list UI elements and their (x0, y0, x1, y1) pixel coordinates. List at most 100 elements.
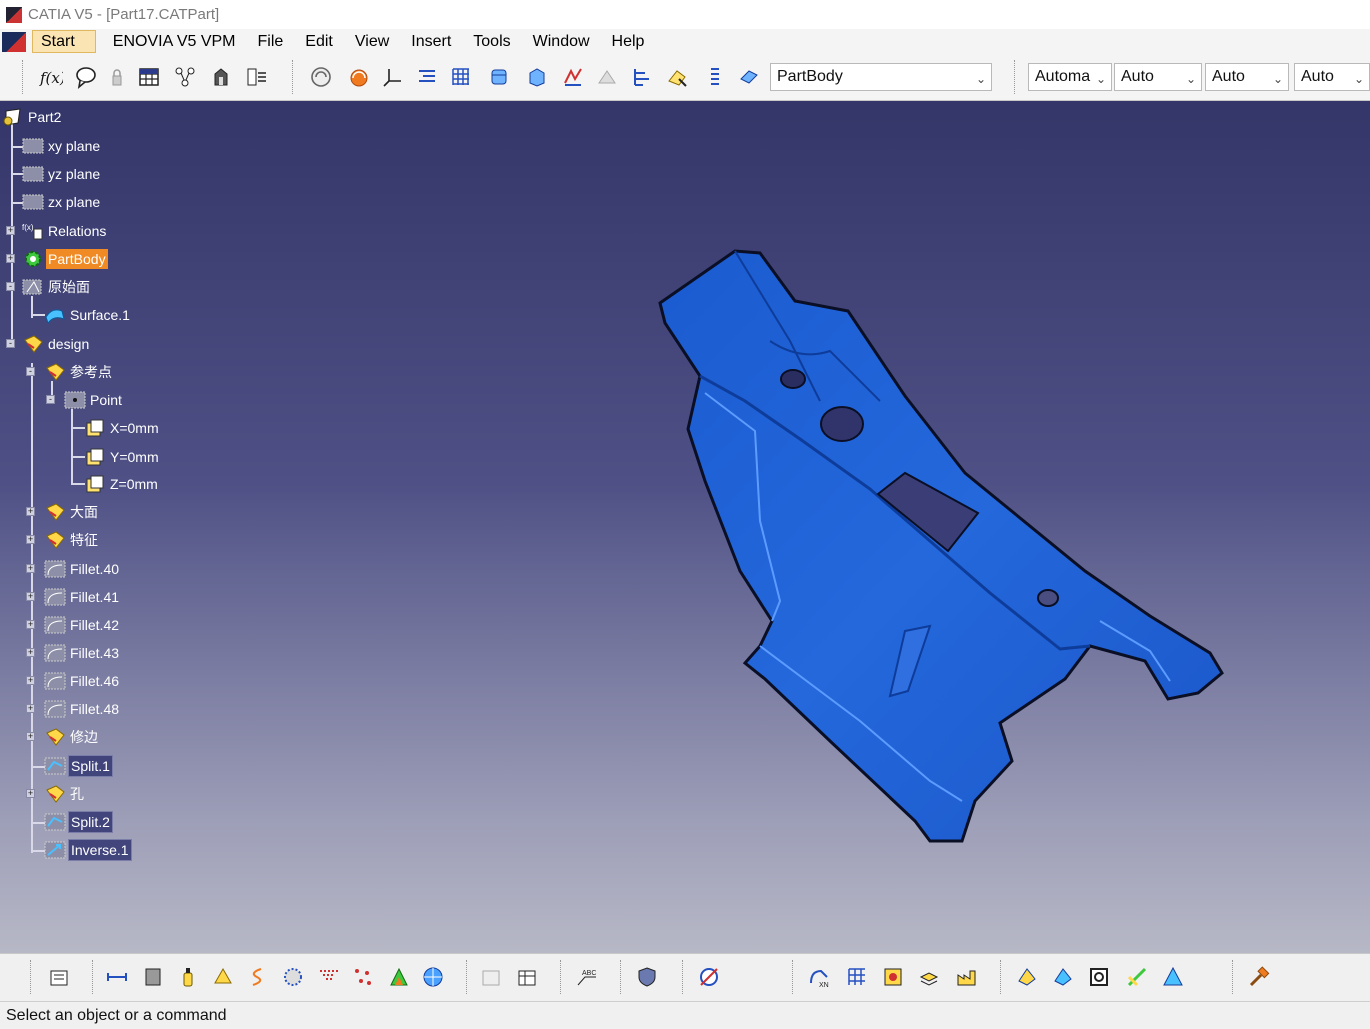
extrude-icon[interactable] (486, 64, 512, 90)
bottle-icon[interactable] (175, 964, 201, 990)
boolean-icon[interactable] (244, 64, 270, 90)
compass-icon[interactable]: XN (806, 964, 832, 990)
tree-node-z[interactable]: Z=0mm (84, 473, 160, 495)
sketcher-icon[interactable] (308, 64, 334, 90)
tree-expand-fillet42[interactable]: + (26, 620, 35, 629)
factory-icon[interactable] (954, 964, 980, 990)
catia-logo-icon[interactable] (2, 31, 26, 52)
join-icon[interactable] (560, 64, 586, 90)
point-cloud-icon[interactable] (316, 964, 342, 990)
geometry-overview-icon[interactable] (1160, 964, 1186, 990)
tree-node-yz-plane[interactable]: yz plane (22, 163, 102, 185)
tree-expand-fillet43[interactable]: + (26, 648, 35, 657)
tree-expand-relations[interactable]: + (6, 226, 15, 235)
schedule-icon[interactable] (514, 964, 540, 990)
transparency-select[interactable]: Auto ⌄ (1114, 63, 1202, 91)
tree-node-y[interactable]: Y=0mm (84, 446, 161, 468)
tree-expand-feature[interactable]: + (26, 535, 35, 544)
render-icon[interactable] (880, 964, 906, 990)
connect-checker-icon[interactable] (1124, 964, 1150, 990)
lock-icon[interactable] (104, 64, 130, 90)
knowledge-advisor-icon[interactable] (73, 64, 99, 90)
tree-collapse-raw-surface[interactable]: - (6, 282, 15, 291)
tree-expand-fillet41[interactable]: + (26, 592, 35, 601)
extract-icon[interactable] (630, 64, 656, 90)
tree-expand-hole[interactable]: + (26, 789, 35, 798)
grid-icon[interactable] (448, 64, 474, 90)
tree-node-trim[interactable]: 修边 (44, 726, 100, 748)
menu-start[interactable]: Start (32, 30, 96, 53)
draft-analysis-icon[interactable] (1050, 964, 1076, 990)
apply-material-icon[interactable] (210, 964, 236, 990)
toolbar-grip[interactable] (792, 960, 795, 994)
axis-system-icon[interactable] (380, 64, 406, 90)
tree-node-raw-surface-set[interactable]: 原始面 (22, 276, 92, 298)
tree-node-design[interactable]: design (22, 333, 91, 355)
scatter-icon[interactable] (350, 964, 376, 990)
tree-node-reference-points[interactable]: 参考点 (44, 361, 114, 383)
curve-icon[interactable] (244, 964, 270, 990)
toolbar-grip[interactable] (620, 960, 623, 994)
tree-node-fillet48[interactable]: Fillet.48 (44, 698, 121, 720)
curvature-icon[interactable] (1086, 964, 1112, 990)
tree-node-feature[interactable]: 特征 (44, 529, 100, 551)
tree-node-fillet40[interactable]: Fillet.40 (44, 558, 121, 580)
menu-enovia[interactable]: ENOVIA V5 VPM (102, 29, 247, 54)
measure-item-icon[interactable] (140, 964, 166, 990)
catalog-icon[interactable] (172, 64, 198, 90)
tree-node-part2[interactable]: Part2 (2, 106, 63, 128)
update-icon[interactable] (46, 964, 72, 990)
knowledge-inspector-icon[interactable] (696, 964, 722, 990)
tree-node-fillet43[interactable]: Fillet.43 (44, 642, 121, 664)
menu-view[interactable]: View (344, 29, 400, 54)
line-type-select[interactable]: Auto ⌄ (1294, 63, 1370, 91)
menu-file[interactable]: File (247, 29, 295, 54)
menu-tools[interactable]: Tools (462, 29, 521, 54)
toolbar-grip[interactable] (1014, 60, 1017, 94)
menu-insert[interactable]: Insert (400, 29, 462, 54)
tree-collapse-point[interactable]: - (46, 395, 55, 404)
tree-node-fillet42[interactable]: Fillet.42 (44, 614, 121, 636)
shield-icon[interactable] (634, 964, 660, 990)
transform-icon[interactable] (664, 64, 690, 90)
tree-expand-fillet48[interactable]: + (26, 704, 35, 713)
toolbar-grip[interactable] (1000, 960, 1003, 994)
disabled-tool-icon[interactable] (594, 64, 620, 90)
measure-icon[interactable] (104, 964, 130, 990)
stack-icon[interactable] (916, 964, 942, 990)
menu-window[interactable]: Window (522, 29, 601, 54)
tree-node-fillet41[interactable]: Fillet.41 (44, 586, 121, 608)
line-thickness-select[interactable]: Auto ⌄ (1205, 63, 1289, 91)
tree-node-big-face[interactable]: 大面 (44, 501, 100, 523)
toolbar-grip[interactable] (560, 960, 563, 994)
offset-surface-icon[interactable] (524, 64, 550, 90)
menu-edit[interactable]: Edit (294, 29, 344, 54)
tree-node-split2[interactable]: Split.2 (44, 811, 113, 833)
tree-node-inverse1[interactable]: Inverse.1 (44, 839, 132, 861)
tree-node-point[interactable]: Point (64, 389, 124, 411)
tree-node-fillet46[interactable]: Fillet.46 (44, 670, 121, 692)
text-with-leader-icon[interactable]: ABC (574, 964, 600, 990)
toolbar-grip[interactable] (92, 960, 95, 994)
design-table-icon[interactable] (136, 64, 162, 90)
law-icon[interactable] (702, 64, 728, 90)
tree-expand-partbody[interactable]: + (6, 254, 15, 263)
tree-reorder-icon[interactable] (414, 64, 440, 90)
tree-collapse-design[interactable]: - (6, 339, 15, 348)
work-object-select[interactable]: PartBody ⌄ (770, 63, 992, 91)
swept-surface-icon[interactable] (346, 64, 372, 90)
hammer-icon[interactable] (1246, 964, 1272, 990)
color-select[interactable]: Automa ⌄ (1028, 63, 1112, 91)
toolbar-grip[interactable] (30, 960, 33, 994)
toolbar-grip[interactable] (682, 960, 685, 994)
tree-node-zx-plane[interactable]: zx plane (22, 191, 102, 213)
toolbar-grip[interactable] (466, 960, 469, 994)
3d-viewport[interactable]: + + - - - - + + + + + + + + + + Part2 xy… (0, 101, 1370, 953)
tree-expand-fillet46[interactable]: + (26, 676, 35, 685)
tree-expand-fillet40[interactable]: + (26, 564, 35, 573)
tree-node-xy-plane[interactable]: xy plane (22, 135, 102, 157)
tree-node-hole[interactable]: 孔 (44, 783, 86, 805)
body-icon[interactable] (208, 64, 234, 90)
tree-expand-big-face[interactable]: + (26, 507, 35, 516)
toolbar-grip[interactable] (22, 60, 25, 94)
